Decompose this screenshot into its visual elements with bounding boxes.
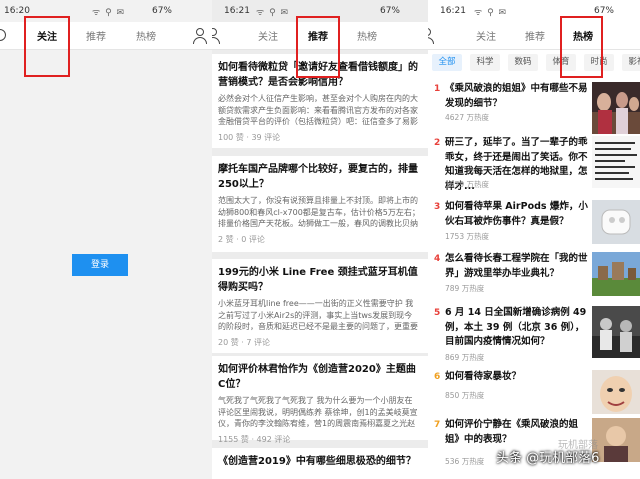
tab-recommend[interactable]: 推荐 <box>86 28 106 43</box>
hot-heat: 850 万热度 <box>445 391 485 400</box>
hot-heat: 869 万热度 <box>445 353 485 362</box>
tab-hot[interactable]: 热榜 <box>136 28 156 43</box>
status-time: 16:20 <box>4 6 30 16</box>
status-icons: ᯤ ⚲ ✉ <box>256 8 290 18</box>
hot-heat: 536 万热度 <box>445 457 485 466</box>
hot-heat: 789 万热度 <box>445 284 485 293</box>
hot-title: 如何看待家暴妆？ <box>445 371 522 382</box>
feed-title: 摩托车国产品牌哪个比较好，要复古的，排量250以上？ <box>218 164 418 190</box>
hot-thumbnail <box>592 82 640 134</box>
chip-science[interactable]: 科学 <box>470 54 500 71</box>
hot-thumbnail <box>592 252 640 296</box>
tab-recommend[interactable]: 推荐 <box>525 28 545 43</box>
search-icon[interactable] <box>0 29 6 41</box>
feed-title: 《创造营2019》中有哪些细思极恐的细节？ <box>218 456 416 467</box>
hot-heat: 1879 万热度 <box>445 180 489 189</box>
hot-title: 《乘风破浪的姐姐》中有哪些不易发现的细节？ <box>445 83 588 109</box>
status-battery: 67% <box>379 6 400 16</box>
hot-item[interactable]: 1 《乘风破浪的姐姐》中有哪些不易发现的细节？ 4627 万热度 <box>428 82 640 134</box>
hot-thumbnail <box>592 370 640 414</box>
status-time: 16:21 <box>440 6 466 16</box>
profile-icon[interactable] <box>193 28 207 44</box>
feed-meta: 2 赞 · 0 评论 <box>218 235 265 244</box>
tab-follow[interactable]: 关注 <box>476 28 496 43</box>
profile-icon[interactable] <box>212 28 220 44</box>
feed-card[interactable]: 摩托车国产品牌哪个比较好，要复古的，排量250以上？ 范围太大了，你没有说预算且… <box>212 156 428 252</box>
hot-thumbnail <box>592 136 640 188</box>
hot-rank: 3 <box>434 202 441 212</box>
feed-excerpt: 范围太大了，你没有说预算且排量上不封顶。即将上市的幼狮800和春风cl-x700… <box>218 196 420 228</box>
hot-item[interactable]: 5 6 月 14 日全国新增确诊病例 49 例，本土 39 例（北京 36 例）… <box>428 306 640 366</box>
profile-icon[interactable] <box>428 28 434 44</box>
hot-rank: 6 <box>434 372 441 382</box>
hot-title: 6 月 14 日全国新增确诊病例 49 例，本土 39 例（北京 36 例），目… <box>445 307 587 347</box>
tab-hot[interactable]: 热榜 <box>357 28 377 43</box>
feed-meta: 20 赞 · 7 评论 <box>218 338 270 347</box>
chip-digital[interactable]: 数码 <box>508 54 538 71</box>
chip-film[interactable]: 影视 <box>622 54 640 71</box>
feed-excerpt: 小米蓝牙耳机line free——一出街的正义性需要守护 我之前写过了小米Air… <box>218 299 418 331</box>
chip-all[interactable]: 全部 <box>432 54 462 71</box>
hot-heat: 1753 万热度 <box>445 232 489 241</box>
hot-rank: 4 <box>434 254 441 264</box>
highlight-box <box>24 16 70 77</box>
hot-rank: 7 <box>434 420 441 430</box>
hot-rank: 2 <box>434 138 441 148</box>
hot-title: 怎么看待长春工程学院在「我的世界」游戏里举办毕业典礼？ <box>445 253 588 279</box>
hot-heat: 4627 万热度 <box>445 113 489 122</box>
category-chips: 全部 科学 数码 体育 时尚 影视 <box>428 50 640 76</box>
hot-thumbnail <box>592 306 640 358</box>
panel-hot: 16:21 ᯤ ⚲ ✉ 67% 关注 推荐 热榜 全部 科学 数码 体育 时尚 … <box>428 0 640 479</box>
status-icons: ᯤ ⚲ ✉ <box>92 8 126 18</box>
hot-rank: 1 <box>434 84 441 94</box>
status-icons: ᯤ ⚲ ✉ <box>474 8 508 18</box>
hot-rank: 5 <box>434 308 441 318</box>
feed-title: 199元的小米 Line Free 颈挂式蓝牙耳机值得购买吗？ <box>218 267 418 293</box>
feed-excerpt: 气死我了气死我了气死我了 我为什么要为一个小朋友在评论区里闹我说，明明偶练养 蔡… <box>218 396 418 428</box>
panel-follow: 16:20 ᯤ ⚲ ✉ 67% 关注 推荐 热榜 登录 <box>0 0 212 479</box>
feed-meta: 1155 赞 · 492 评论 <box>218 435 291 444</box>
hot-item[interactable]: 2 研三了，延毕了。当了一辈子的乖乖女，终于还是闹出了笑话。你不知道我每天活在怎… <box>428 136 640 192</box>
feed-excerpt: 必然会对个人征信产生影响，甚至会对个人购房在内的大额贷款需求产生负面影响：来看看… <box>218 94 418 126</box>
feed-card[interactable]: 《创造营2019》中有哪些细思极恐的细节？ <box>212 448 428 479</box>
login-button[interactable]: 登录 <box>72 254 128 276</box>
status-battery: 67% <box>151 6 172 16</box>
feed-title: 如何评价林君怡作为《创造营2020》主题曲C位？ <box>218 364 416 390</box>
hot-item[interactable]: 3 如何看待苹果 AirPods 爆炸，小伙右耳被炸伤事件？真是假？ 1753 … <box>428 200 640 250</box>
top-tab-bar: 关注 推荐 热榜 <box>428 22 640 50</box>
watermark: 头条 @玩机部落6 <box>496 451 600 466</box>
feed-card[interactable]: 199元的小米 Line Free 颈挂式蓝牙耳机值得购买吗？ 小米蓝牙耳机li… <box>212 259 428 353</box>
hot-item[interactable]: 4 怎么看待长春工程学院在「我的世界」游戏里举办毕业典礼？ 789 万热度 <box>428 252 640 304</box>
feed-card[interactable]: 如何评价林君怡作为《创造营2020》主题曲C位？ 气死我了气死我了气死我了 我为… <box>212 356 428 444</box>
tab-follow[interactable]: 关注 <box>258 28 278 43</box>
feed-meta: 100 赞 · 39 评论 <box>218 133 281 142</box>
status-bar: 16:21 ᯤ ⚲ ✉ 67% <box>428 0 640 22</box>
hot-title: 如何看待苹果 AirPods 爆炸，小伙右耳被炸伤事件？真是假？ <box>445 201 588 227</box>
screenshot-stage: 16:20 ᯤ ⚲ ✉ 67% 关注 推荐 热榜 登录 16:21 ᯤ ⚲ ✉ … <box>0 0 640 479</box>
panel-recommend: 16:21 ᯤ ⚲ ✉ 67% 关注 推荐 热榜 如何看待微粒贷「邀请好友查看借… <box>212 0 428 479</box>
hot-item[interactable]: 6 如何看待家暴妆？ 850 万热度 <box>428 370 640 414</box>
status-time: 16:21 <box>224 6 250 16</box>
status-battery: 67% <box>593 6 614 16</box>
hot-thumbnail <box>592 200 640 244</box>
highlight-box <box>296 16 340 78</box>
highlight-box <box>560 16 603 78</box>
